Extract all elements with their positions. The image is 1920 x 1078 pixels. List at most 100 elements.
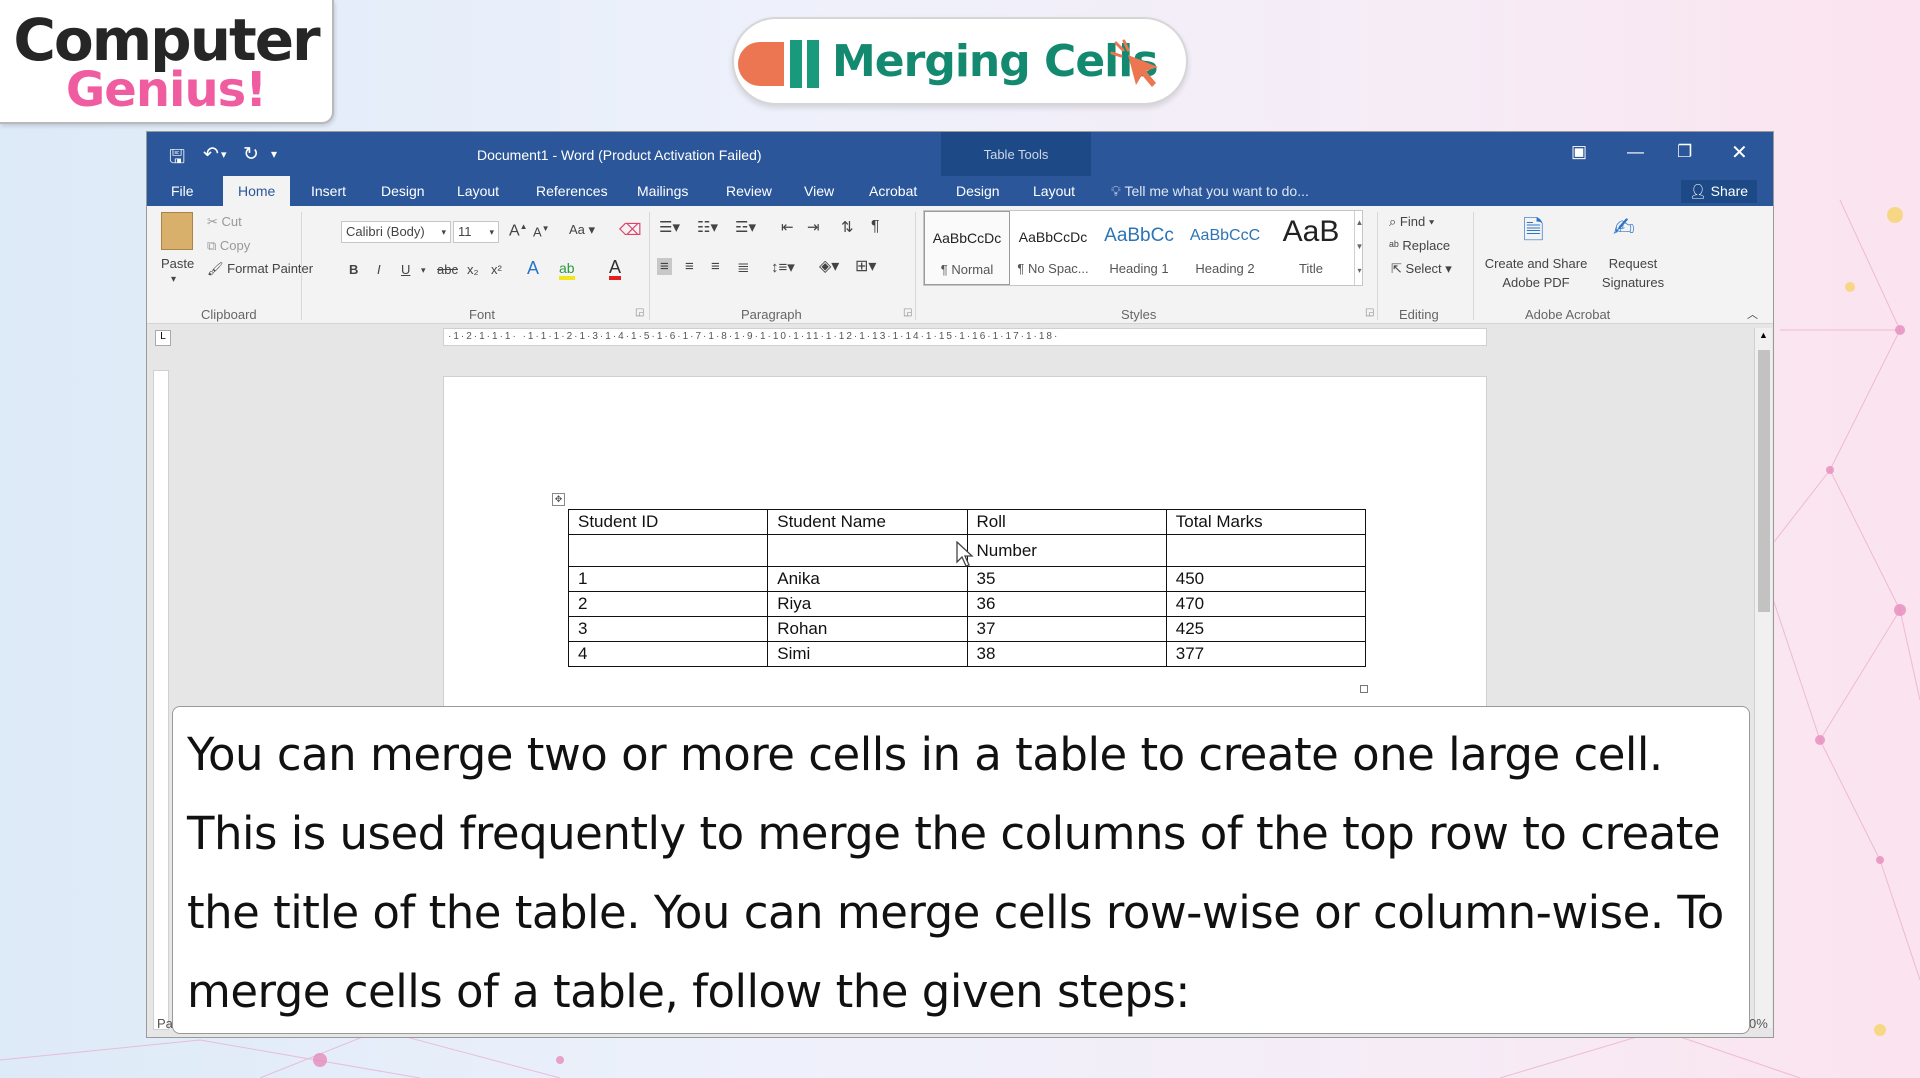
undo-dropdown-icon[interactable]: ▾ — [221, 148, 227, 161]
table-cell[interactable]: Total Marks — [1165, 509, 1367, 535]
styles-scroll[interactable]: ▲ ▼ ▾ — [1354, 211, 1364, 285]
table-cell[interactable]: Roll — [966, 509, 1167, 535]
tab-table-layout[interactable]: Layout — [1033, 183, 1075, 199]
tab-file[interactable]: File — [171, 183, 194, 199]
font-size-select[interactable]: 11 ▾ — [453, 221, 499, 243]
numbering-icon[interactable]: ☷▾ — [697, 218, 718, 236]
table-cell[interactable]: Rohan — [767, 616, 968, 642]
style-title[interactable]: AaB Title — [1268, 211, 1354, 285]
table-resize-handle-icon[interactable] — [1360, 685, 1368, 693]
increase-indent-icon[interactable]: ⇥ — [807, 218, 820, 236]
borders-icon[interactable]: ⊞▾ — [855, 256, 876, 276]
table-cell[interactable]: Anika — [767, 566, 968, 592]
line-spacing-icon[interactable]: ↕≡▾ — [771, 258, 795, 276]
table-cell[interactable]: 35 — [966, 566, 1167, 592]
table-cell[interactable]: 1 — [567, 566, 769, 592]
strikethrough-button[interactable]: abc — [437, 262, 458, 277]
vertical-scrollbar[interactable]: ▲ — [1754, 328, 1772, 1028]
justify-icon[interactable]: ≣ — [737, 258, 750, 276]
tell-me-box[interactable]: 💡︎ Tell me what you want to do... — [1111, 183, 1309, 200]
align-left-icon[interactable]: ≡ — [657, 258, 672, 275]
format-painter-button[interactable]: 🖌︎ Format Painter — [207, 261, 313, 277]
subscript-button[interactable]: x₂ — [467, 262, 479, 277]
styles-dialog-launcher-icon[interactable]: ◲ — [1365, 307, 1374, 318]
change-case-button[interactable]: Aa ▾ — [569, 222, 595, 238]
tab-review[interactable]: Review — [726, 183, 772, 199]
sort-icon[interactable]: ⇅ — [841, 218, 854, 236]
share-button[interactable]: 👤︎ Share — [1681, 180, 1757, 203]
style-heading-1[interactable]: AaBbCc Heading 1 — [1096, 211, 1182, 285]
superscript-button[interactable]: x² — [491, 262, 502, 277]
table-cell[interactable]: 37 — [966, 616, 1167, 642]
bold-button[interactable]: B — [349, 262, 358, 277]
table-cell[interactable]: 377 — [1165, 641, 1367, 667]
style-normal[interactable]: AaBbCcDc ¶ Normal — [924, 211, 1010, 285]
customize-toolbar-icon[interactable]: ▾ — [271, 147, 277, 161]
restore-button[interactable]: ❐ — [1677, 142, 1692, 162]
align-center-icon[interactable]: ≡ — [685, 258, 694, 275]
tab-acrobat[interactable]: Acrobat — [869, 183, 917, 199]
table-cell[interactable] — [767, 534, 968, 567]
tab-layout[interactable]: Layout — [457, 183, 499, 199]
table-cell[interactable]: Number — [966, 534, 1167, 567]
tab-insert[interactable]: Insert — [311, 183, 346, 199]
undo-icon[interactable]: ↶ — [203, 143, 219, 166]
collapse-ribbon-icon[interactable]: ︿ — [1747, 306, 1758, 322]
tab-table-design[interactable]: Design — [956, 183, 1000, 199]
paragraph-dialog-launcher-icon[interactable]: ◲ — [903, 307, 912, 318]
table-cell[interactable]: 425 — [1165, 616, 1367, 642]
redo-icon[interactable]: ↻ — [243, 143, 259, 166]
table-cell[interactable]: 36 — [966, 591, 1167, 617]
close-button[interactable]: ✕ — [1731, 140, 1748, 165]
minimize-button[interactable]: — — [1627, 142, 1644, 162]
save-icon[interactable]: 🖫 — [169, 143, 185, 175]
underline-button[interactable]: U — [401, 262, 410, 277]
shading-icon[interactable]: ◈▾ — [819, 256, 839, 276]
font-name-select[interactable]: Calibri (Body) ▾ — [341, 221, 451, 243]
replace-button[interactable]: ᵃᵇ Replace — [1389, 238, 1450, 253]
chevron-down-icon[interactable]: ▾ — [421, 265, 426, 276]
bullets-icon[interactable]: ☰▾ — [659, 218, 680, 236]
table-cell[interactable]: Simi — [767, 641, 968, 667]
tab-mailings[interactable]: Mailings — [637, 183, 688, 199]
grow-font-icon[interactable]: A▲ — [509, 222, 528, 240]
clear-formatting-icon[interactable]: ⌫ — [619, 220, 642, 240]
paste-dropdown-icon[interactable]: ▾ — [171, 274, 176, 285]
vertical-ruler[interactable] — [153, 370, 169, 1030]
ribbon-display-options-icon[interactable]: ▣ — [1571, 142, 1587, 162]
shrink-font-icon[interactable]: A▼ — [533, 224, 550, 239]
copy-button[interactable]: ⧉ Copy — [207, 238, 250, 254]
tab-view[interactable]: View — [804, 183, 834, 199]
tab-references[interactable]: References — [536, 183, 608, 199]
horizontal-ruler[interactable]: ·1·2·1·1·1· ·1·1·1·2·1·3·1·4·1·5·1·6·1·7… — [443, 328, 1487, 346]
tab-home[interactable]: Home — [223, 176, 291, 206]
table-cell[interactable]: 3 — [567, 616, 769, 642]
multilevel-list-icon[interactable]: ☲▾ — [735, 218, 756, 236]
paste-icon[interactable] — [161, 212, 193, 250]
font-dialog-launcher-icon[interactable]: ◲ — [635, 307, 644, 318]
scrollbar-thumb[interactable] — [1758, 350, 1770, 612]
decrease-indent-icon[interactable]: ⇤ — [781, 218, 794, 236]
student-table[interactable]: Student ID Student Name Roll Total Marks Nu… — [567, 509, 1367, 667]
table-cell[interactable] — [567, 534, 769, 567]
table-move-handle-icon[interactable]: ✥ — [552, 493, 565, 506]
table-cell[interactable]: 2 — [567, 591, 769, 617]
table-cell[interactable]: 470 — [1165, 591, 1367, 617]
cut-button[interactable]: ✂︎ Cut — [207, 214, 242, 230]
align-right-icon[interactable]: ≡ — [711, 258, 720, 275]
scroll-up-icon[interactable]: ▲ — [1759, 330, 1768, 340]
show-formatting-icon[interactable]: ¶ — [871, 218, 880, 236]
tab-design[interactable]: Design — [381, 183, 425, 199]
table-cell[interactable]: 38 — [966, 641, 1167, 667]
italic-button[interactable]: I — [377, 262, 381, 277]
table-cell[interactable]: Student Name — [767, 509, 968, 535]
select-button[interactable]: ⇱ Select ▾ — [1391, 261, 1452, 277]
table-cell[interactable]: 4 — [567, 641, 769, 667]
find-button[interactable]: ⌕ Find ▾ — [1389, 214, 1434, 230]
text-effects-icon[interactable]: A — [527, 258, 539, 279]
table-cell[interactable]: Riya — [767, 591, 968, 617]
table-cell[interactable]: 450 — [1165, 566, 1367, 592]
style-no-spacing[interactable]: AaBbCcDc ¶ No Spac... — [1010, 211, 1096, 285]
request-signatures-button[interactable]: Request Signatures — [1593, 254, 1673, 292]
style-heading-2[interactable]: AaBbCcC Heading 2 — [1182, 211, 1268, 285]
